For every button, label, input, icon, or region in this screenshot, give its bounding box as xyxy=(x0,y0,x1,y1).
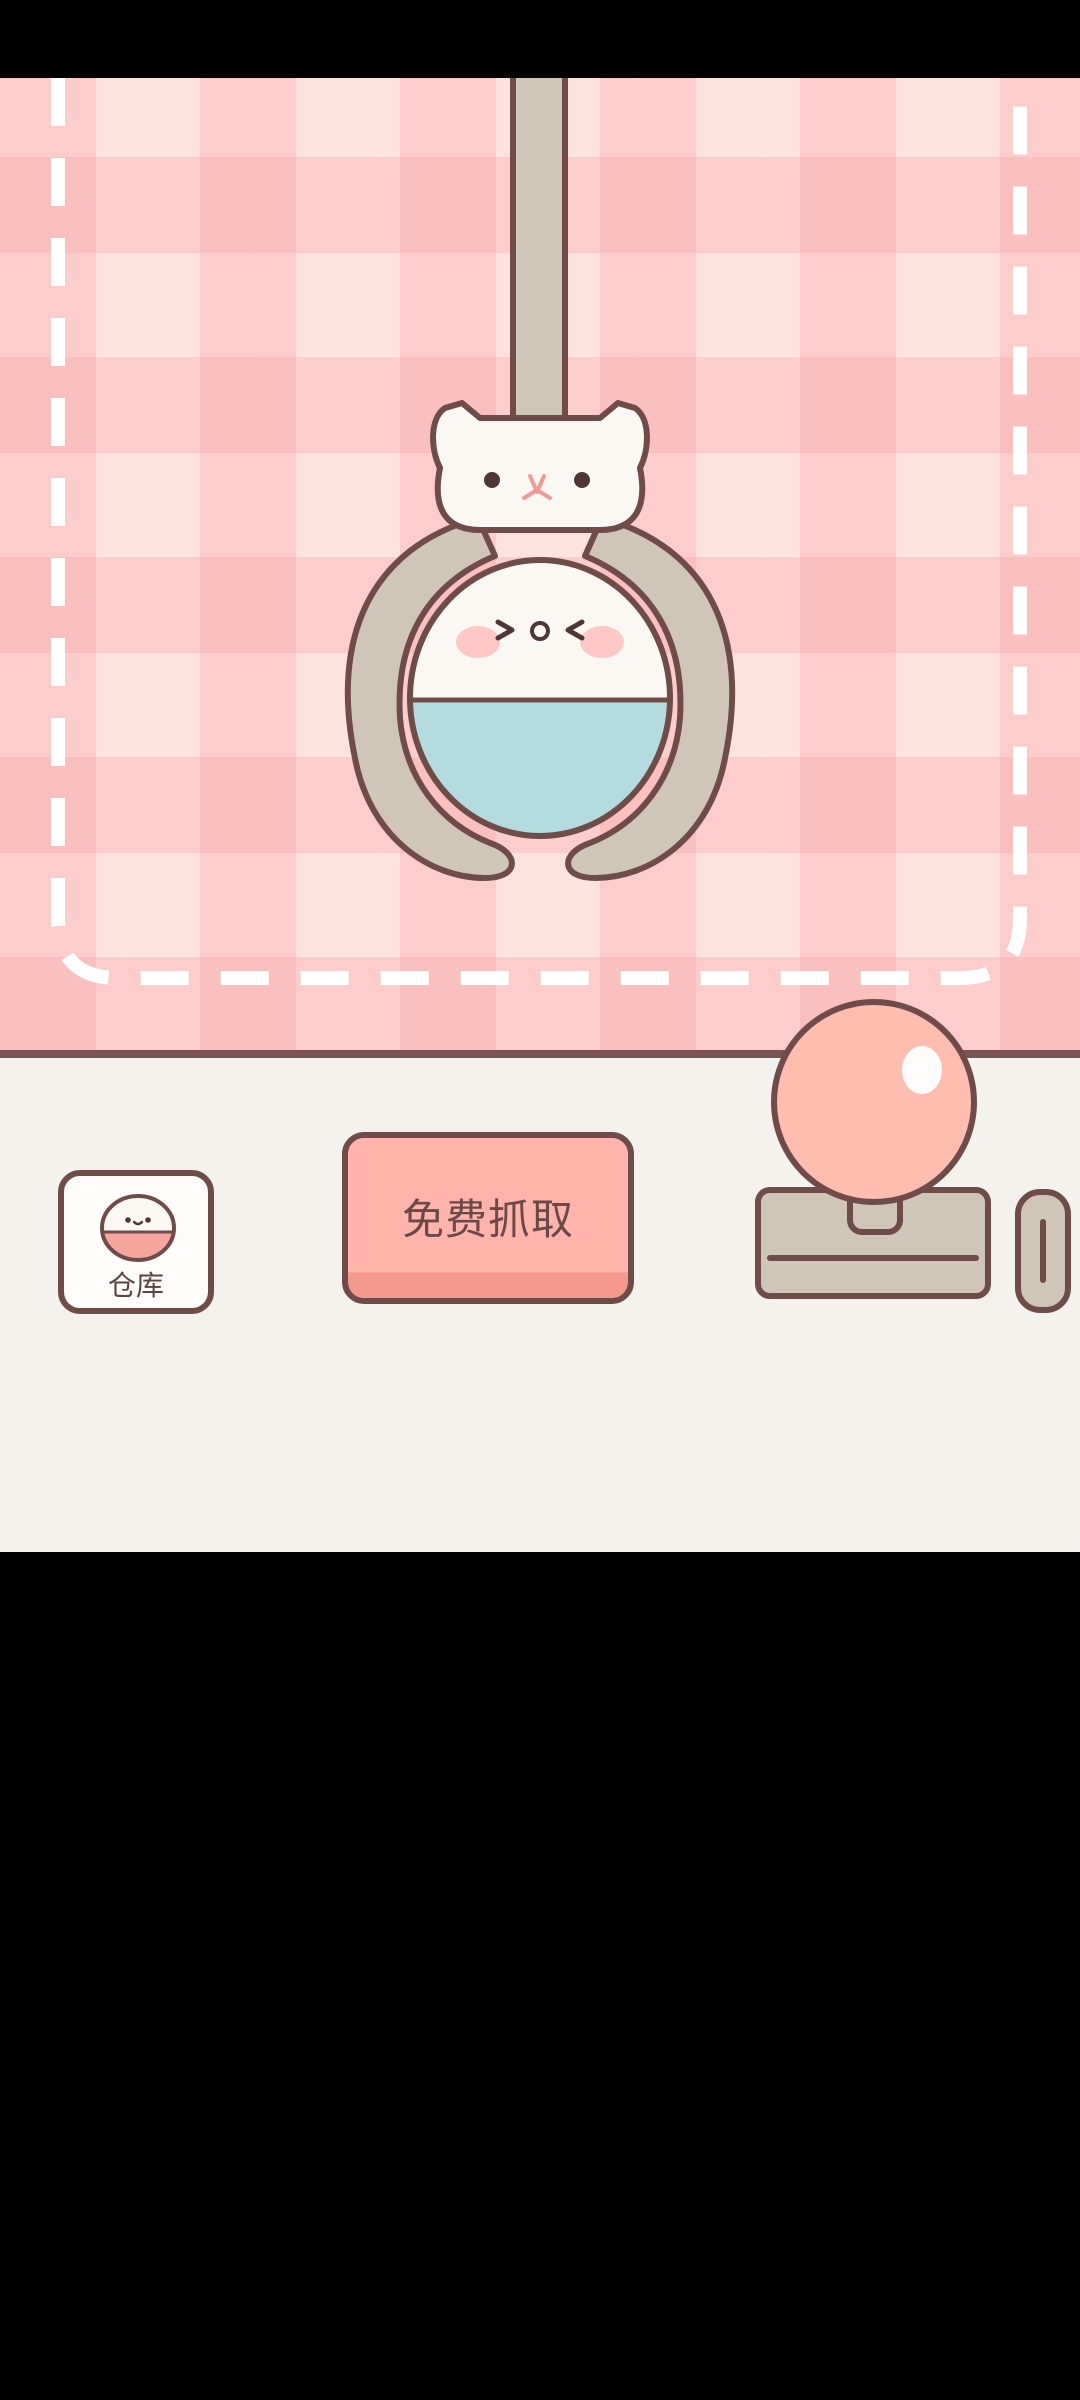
free-grab-button[interactable]: 免费抓取 xyxy=(342,1132,634,1304)
status-bar xyxy=(0,0,1080,78)
bottom-empty-area xyxy=(0,1552,1080,2400)
claw-play-area xyxy=(0,78,1080,1053)
app-screen: 仓库 免费抓取 xyxy=(0,0,1080,2400)
warehouse-button[interactable]: 仓库 xyxy=(58,1170,214,1314)
free-grab-label: 免费抓取 xyxy=(401,1195,574,1244)
cat-claw-icon xyxy=(430,400,650,533)
blob-warehouse-icon xyxy=(100,1194,176,1262)
claw-rope xyxy=(510,78,568,431)
warehouse-label: 仓库 xyxy=(107,1269,164,1302)
prize-blob xyxy=(407,557,673,839)
joystick-ball xyxy=(771,999,977,1205)
joystick-icon[interactable] xyxy=(740,996,1080,1336)
claw-scene xyxy=(51,78,1027,985)
